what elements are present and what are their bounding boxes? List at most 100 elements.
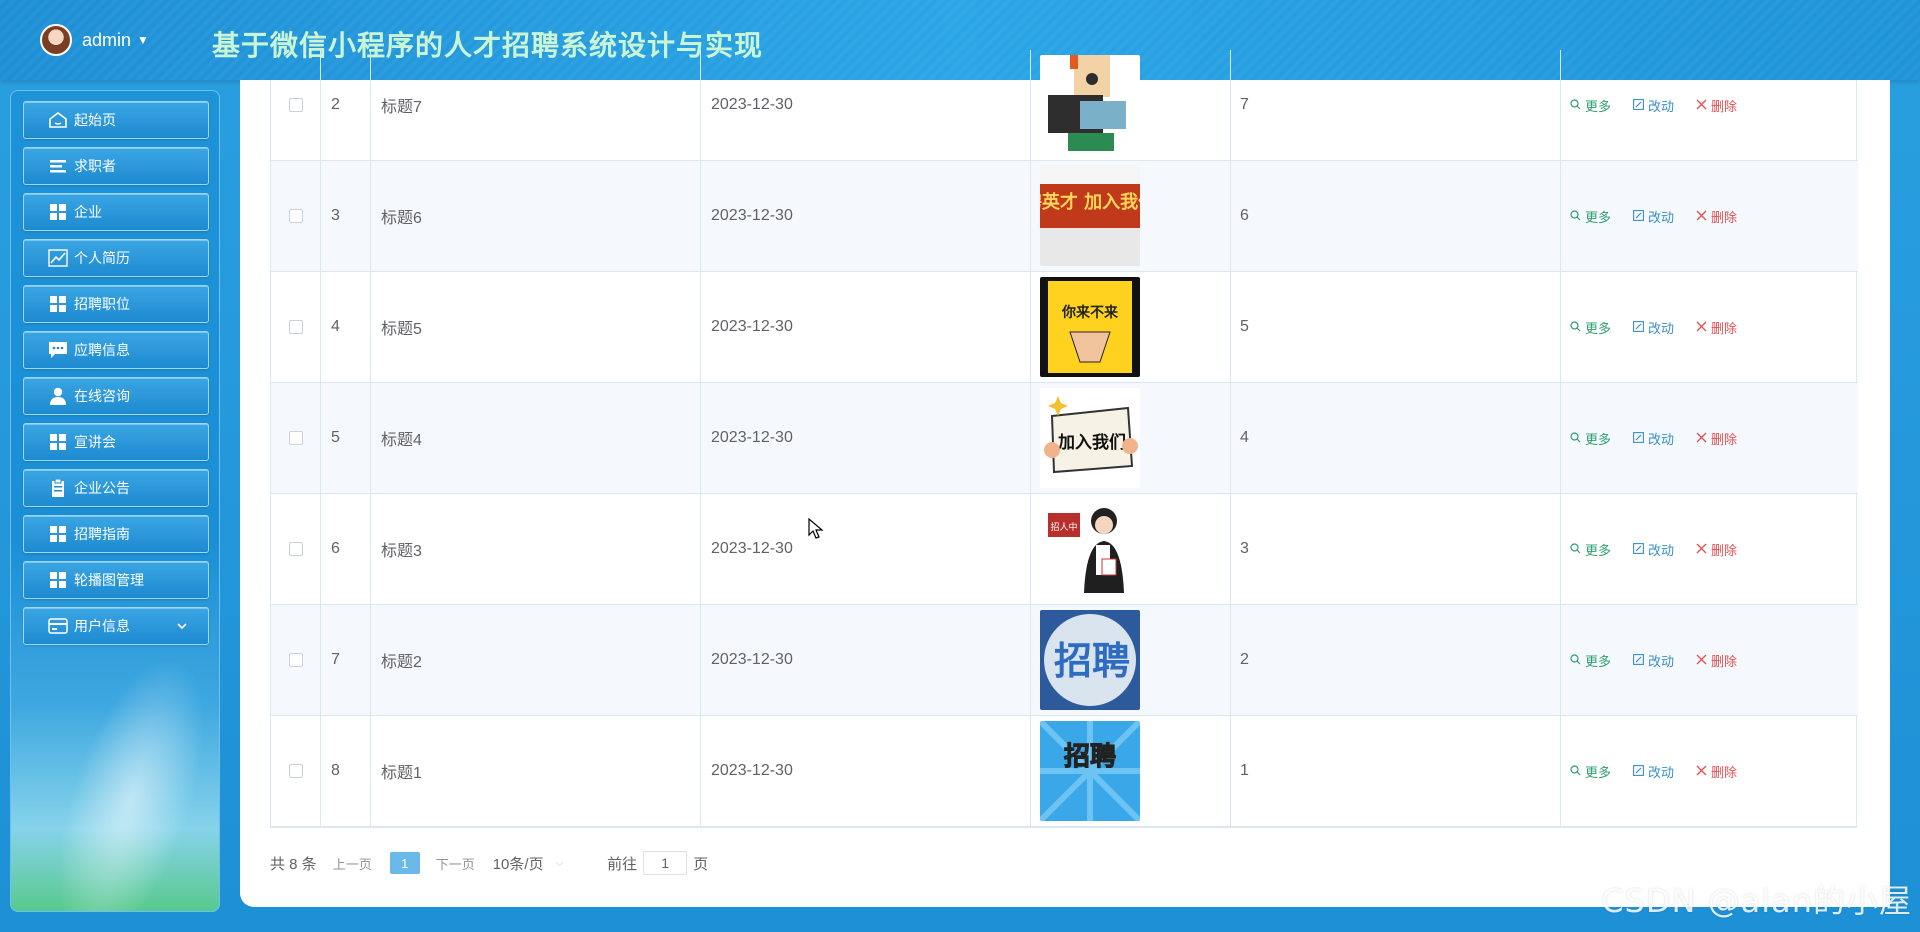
- close-icon: [1696, 431, 1707, 446]
- delete-button[interactable]: 删除: [1696, 429, 1737, 448]
- row-count: 5: [1240, 318, 1249, 335]
- delete-button[interactable]: 删除: [1696, 96, 1737, 115]
- row-image[interactable]: 加入我们: [1040, 388, 1140, 488]
- row-title: 标题6: [381, 210, 422, 227]
- sidebar-item-label: 应聘信息: [74, 342, 130, 358]
- edit-button[interactable]: 改动: [1633, 540, 1674, 559]
- sidebar-item-guide[interactable]: 招聘指南: [23, 515, 209, 553]
- more-button[interactable]: 更多: [1570, 762, 1611, 781]
- page-size-select[interactable]: 10条/页 ⌵: [493, 853, 563, 874]
- row-count: 4: [1240, 429, 1249, 446]
- main-panel: 2 标题7 2023-12-30 7 更多 改动 删除 3 标题6 2023-1…: [240, 50, 1890, 907]
- delete-button[interactable]: 删除: [1696, 762, 1737, 781]
- row-date: 2023-12-30: [711, 318, 793, 335]
- row-checkbox[interactable]: [289, 98, 303, 112]
- sidebar-item-carousel[interactable]: 轮播图管理: [23, 561, 209, 599]
- delete-button[interactable]: 删除: [1696, 540, 1737, 559]
- more-button[interactable]: 更多: [1570, 540, 1611, 559]
- row-count: 6: [1240, 207, 1249, 224]
- sidebar-item-resume[interactable]: 个人简历: [23, 239, 209, 277]
- sidebar-item-announcements[interactable]: 企业公告: [23, 469, 209, 507]
- search-icon: [1570, 764, 1581, 779]
- more-button[interactable]: 更多: [1570, 651, 1611, 670]
- row-index: 4: [331, 318, 340, 335]
- grid-icon: [48, 203, 68, 221]
- search-icon: [1570, 542, 1581, 557]
- sidebar-item-label: 宣讲会: [74, 434, 116, 450]
- more-button[interactable]: 更多: [1570, 318, 1611, 337]
- table-row: 4 标题5 2023-12-30 你来不来 5 更多 改动 删除: [271, 272, 1858, 383]
- sidebar-item-user-info[interactable]: 用户信息: [23, 607, 209, 645]
- more-button[interactable]: 更多: [1570, 96, 1611, 115]
- row-image[interactable]: 诚聘英才 加入我们吧: [1040, 166, 1140, 266]
- sidebar-item-applications[interactable]: 应聘信息: [23, 331, 209, 369]
- page-jump: 前往 页: [607, 851, 708, 875]
- edit-button[interactable]: 改动: [1633, 429, 1674, 448]
- sidebar-item-label: 企业: [74, 204, 102, 220]
- sidebar-item-consult[interactable]: 在线咨询: [23, 377, 209, 415]
- sidebar-item-label: 起始页: [74, 112, 116, 128]
- image-text: 你来不来: [1061, 304, 1119, 321]
- search-icon: [1570, 209, 1581, 224]
- sidebar-item-home[interactable]: 起始页: [23, 101, 209, 139]
- sidebar-item-enterprise[interactable]: 企业: [23, 193, 209, 231]
- list-icon: [48, 157, 68, 175]
- row-image[interactable]: [1040, 55, 1140, 155]
- row-date: 2023-12-30: [711, 96, 793, 113]
- row-checkbox[interactable]: [289, 542, 303, 556]
- edit-button[interactable]: 改动: [1633, 96, 1674, 115]
- row-image[interactable]: 招聘: [1040, 610, 1140, 710]
- row-title: 标题1: [381, 765, 422, 782]
- row-checkbox[interactable]: [289, 764, 303, 778]
- clipboard-icon: [48, 479, 68, 497]
- avatar: [40, 24, 72, 56]
- sidebar-item-label: 招聘指南: [74, 526, 130, 542]
- row-checkbox[interactable]: [289, 209, 303, 223]
- sidebar-item-job-seekers[interactable]: 求职者: [23, 147, 209, 185]
- row-image[interactable]: 招聘: [1040, 721, 1140, 821]
- row-count: 3: [1240, 540, 1249, 557]
- goto-prefix: 前往: [607, 855, 638, 873]
- delete-button[interactable]: 删除: [1696, 651, 1737, 670]
- sidebar-item-seminar[interactable]: 宣讲会: [23, 423, 209, 461]
- search-icon: [1570, 653, 1581, 668]
- close-icon: [1696, 542, 1707, 557]
- more-button[interactable]: 更多: [1570, 207, 1611, 226]
- row-checkbox[interactable]: [289, 320, 303, 334]
- sidebar-item-job-posts[interactable]: 招聘职位: [23, 285, 209, 323]
- image-text: 招人中: [1050, 521, 1077, 533]
- edit-button[interactable]: 改动: [1633, 207, 1674, 226]
- row-count: 7: [1240, 96, 1249, 113]
- table-row: 2 标题7 2023-12-30 7 更多 改动 删除: [271, 50, 1858, 161]
- edit-icon: [1633, 653, 1644, 668]
- edit-icon: [1633, 98, 1644, 113]
- next-page-button[interactable]: 下一页: [436, 854, 475, 873]
- row-checkbox[interactable]: [289, 431, 303, 445]
- page-number-button[interactable]: 1: [389, 852, 420, 874]
- chevron-down-icon: ⌵: [555, 857, 564, 869]
- sidebar-item-label: 招聘职位: [74, 296, 130, 312]
- row-title: 标题5: [381, 321, 422, 338]
- edit-button[interactable]: 改动: [1633, 762, 1674, 781]
- sidebar-menu: 起始页 求职者 企业 个人简历 招聘职位 应聘信息 在线咨询 宣讲会 企业公告 …: [11, 91, 219, 645]
- row-image[interactable]: 你来不来: [1040, 277, 1140, 377]
- row-index: 3: [331, 207, 340, 224]
- image-text: 加入我们: [1057, 432, 1126, 453]
- table-row: 8 标题1 2023-12-30 招聘 1 更多 改动 删除: [271, 716, 1858, 827]
- row-checkbox[interactable]: [289, 653, 303, 667]
- row-index: 2: [331, 96, 340, 113]
- row-count: 1: [1240, 762, 1249, 779]
- user-menu[interactable]: admin ▼: [40, 24, 149, 56]
- image-text: 诚聘英才 加入我们吧: [1040, 191, 1140, 213]
- more-button[interactable]: 更多: [1570, 429, 1611, 448]
- goto-page-input[interactable]: [643, 851, 688, 875]
- sidebar-item-label: 轮播图管理: [74, 572, 144, 588]
- row-date: 2023-12-30: [711, 429, 793, 446]
- edit-button[interactable]: 改动: [1633, 651, 1674, 670]
- edit-button[interactable]: 改动: [1633, 318, 1674, 337]
- delete-button[interactable]: 删除: [1696, 207, 1737, 226]
- prev-page-button[interactable]: 上一页: [333, 854, 372, 873]
- delete-button[interactable]: 删除: [1696, 318, 1737, 337]
- home-icon: [48, 111, 68, 129]
- row-image[interactable]: 招人中: [1040, 499, 1140, 599]
